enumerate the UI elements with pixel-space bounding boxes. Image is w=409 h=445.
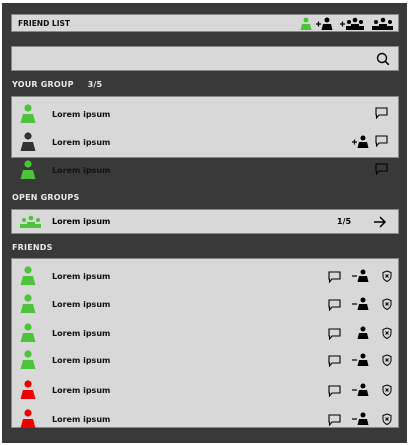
open-group-count: 1/5 bbox=[337, 217, 352, 226]
friend-name: Lorem ipsum bbox=[52, 328, 111, 338]
block-shield-icon[interactable] bbox=[382, 298, 396, 312]
person-icon bbox=[20, 132, 36, 151]
remove-friend-icon[interactable] bbox=[352, 353, 370, 367]
chat-icon[interactable] bbox=[328, 414, 342, 428]
friends-panel: Lorem ipsum Lorem ipsum Lorem ipsum Lore… bbox=[11, 258, 399, 428]
member-name: Lorem ipsum bbox=[52, 109, 111, 119]
your-group-label: YOUR GROUP 3/5 bbox=[12, 80, 102, 89]
chat-icon[interactable] bbox=[328, 299, 342, 313]
chat-icon[interactable] bbox=[328, 385, 342, 399]
chat-icon[interactable] bbox=[328, 355, 342, 369]
group-member-row[interactable]: Lorem ipsum bbox=[12, 128, 398, 156]
group-icon[interactable] bbox=[372, 17, 394, 31]
friend-name: Lorem ipsum bbox=[52, 414, 111, 424]
block-shield-icon[interactable] bbox=[382, 354, 396, 368]
remove-friend-icon[interactable] bbox=[352, 269, 370, 283]
friends-label: FRIENDS bbox=[12, 243, 53, 252]
header-title: FRIEND LIST bbox=[18, 19, 71, 28]
person-icon[interactable] bbox=[300, 17, 314, 31]
header-bar: FRIEND LIST bbox=[11, 14, 399, 32]
your-group-title: YOUR GROUP bbox=[12, 80, 74, 89]
remove-friend-icon[interactable] bbox=[352, 297, 370, 311]
your-group-panel: Lorem ipsum Lorem ipsum Lorem ipsum bbox=[11, 96, 399, 179]
person-icon bbox=[20, 409, 36, 428]
block-shield-icon[interactable] bbox=[382, 384, 396, 398]
friend-row[interactable]: Lorem ipsum bbox=[12, 376, 398, 404]
add-friend-icon[interactable] bbox=[352, 135, 370, 149]
person-icon bbox=[20, 380, 36, 399]
member-name: Lorem ipsum bbox=[52, 137, 111, 147]
person-icon bbox=[20, 323, 36, 342]
member-name: Lorem ipsum bbox=[52, 165, 111, 175]
add-group-icon[interactable] bbox=[340, 17, 366, 31]
remove-friend-icon[interactable] bbox=[352, 412, 370, 426]
chat-icon[interactable] bbox=[375, 135, 389, 149]
friend-name: Lorem ipsum bbox=[52, 385, 111, 395]
add-friend-icon[interactable] bbox=[316, 17, 334, 31]
friend-row[interactable]: Lorem ipsum bbox=[12, 319, 398, 347]
person-icon bbox=[20, 294, 36, 313]
search-input[interactable] bbox=[11, 46, 399, 71]
remove-friend-icon[interactable] bbox=[352, 383, 370, 397]
friend-row[interactable]: Lorem ipsum bbox=[12, 346, 398, 374]
chat-icon[interactable] bbox=[328, 271, 342, 285]
open-group-row[interactable]: Lorem ipsum 1/5 bbox=[11, 209, 399, 234]
block-shield-icon[interactable] bbox=[382, 413, 396, 427]
open-groups-label: OPEN GROUPS bbox=[12, 193, 80, 202]
chat-icon[interactable] bbox=[328, 328, 342, 342]
friend-row[interactable]: Lorem ipsum bbox=[12, 290, 398, 318]
person-icon bbox=[20, 104, 36, 123]
block-shield-icon[interactable] bbox=[382, 270, 396, 284]
group-icon bbox=[20, 215, 42, 229]
your-group-count: 3/5 bbox=[87, 80, 103, 89]
friend-row[interactable]: Lorem ipsum bbox=[12, 405, 398, 433]
remove-friend-icon[interactable] bbox=[352, 326, 370, 340]
chat-icon[interactable] bbox=[375, 107, 389, 121]
group-member-row[interactable]: Lorem ipsum bbox=[12, 156, 398, 184]
friend-row[interactable]: Lorem ipsum bbox=[12, 262, 398, 290]
person-icon bbox=[20, 350, 36, 369]
chat-icon[interactable] bbox=[375, 163, 389, 177]
person-icon bbox=[20, 160, 36, 179]
friend-list-window: FRIEND LIST YOUR GROUP 3/5 Lorem ipsum Lo… bbox=[2, 3, 407, 443]
friend-name: Lorem ipsum bbox=[52, 355, 111, 365]
search-icon[interactable] bbox=[376, 52, 390, 66]
friend-name: Lorem ipsum bbox=[52, 271, 111, 281]
group-member-row[interactable]: Lorem ipsum bbox=[12, 100, 398, 128]
arrow-right-icon[interactable] bbox=[373, 215, 387, 229]
friend-name: Lorem ipsum bbox=[52, 299, 111, 309]
person-icon bbox=[20, 266, 36, 285]
open-group-name: Lorem ipsum bbox=[52, 217, 111, 226]
block-shield-icon[interactable] bbox=[382, 327, 396, 341]
